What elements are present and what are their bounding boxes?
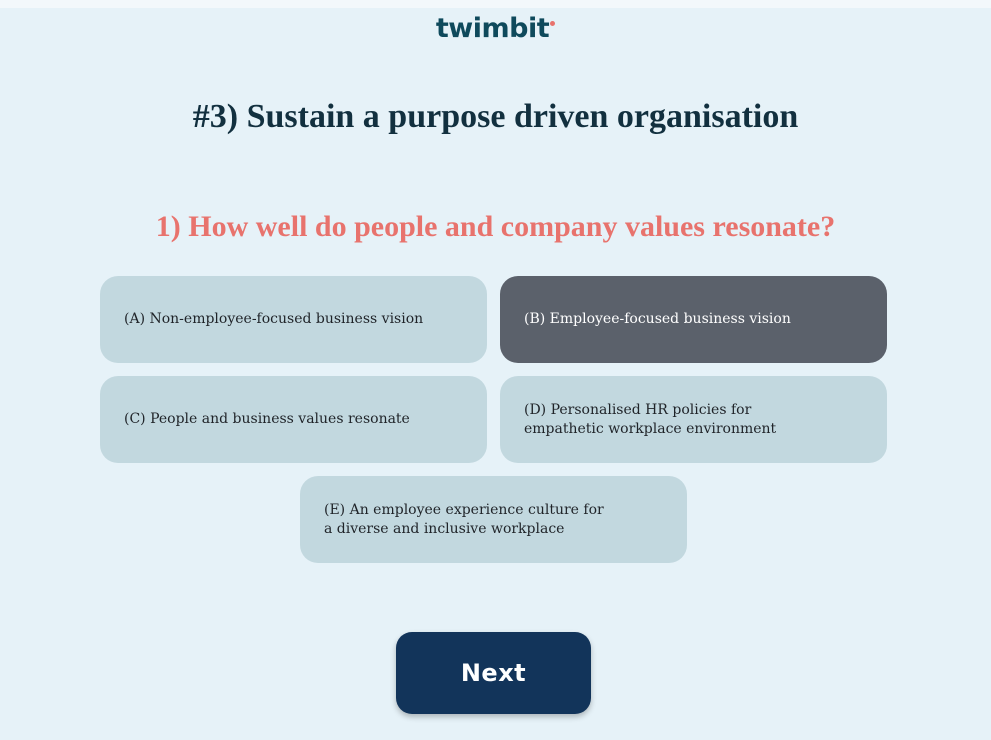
question-text: 1) How well do people and company values… [155, 210, 836, 243]
option-b-button[interactable]: (B) Employee-focused business vision [500, 276, 887, 363]
option-a-button[interactable]: (A) Non-employee-focused business vision [100, 276, 487, 363]
top-strip [0, 0, 991, 8]
option-a-label: (A) Non-employee-focused business vision [124, 311, 424, 327]
option-e-label: (E) An employee experience culture for a… [324, 501, 604, 537]
next-button[interactable]: Next [396, 632, 591, 714]
twimbit-logo: twimbit [0, 12, 991, 46]
option-b-label: (B) Employee-focused business vision [524, 311, 791, 327]
option-d-button[interactable]: (D) Personalised HR policies for empathe… [500, 376, 887, 463]
logo-text: twimbit [435, 13, 550, 44]
logo-dot-icon [550, 21, 556, 26]
option-d-label: (D) Personalised HR policies for empathe… [524, 401, 777, 437]
option-e-button[interactable]: (E) An employee experience culture for a… [300, 476, 687, 563]
option-c-button[interactable]: (C) People and business values resonate [100, 376, 487, 463]
option-c-label: (C) People and business values resonate [124, 411, 410, 427]
page-title: #3) Sustain a purpose driven organisatio… [192, 98, 799, 135]
